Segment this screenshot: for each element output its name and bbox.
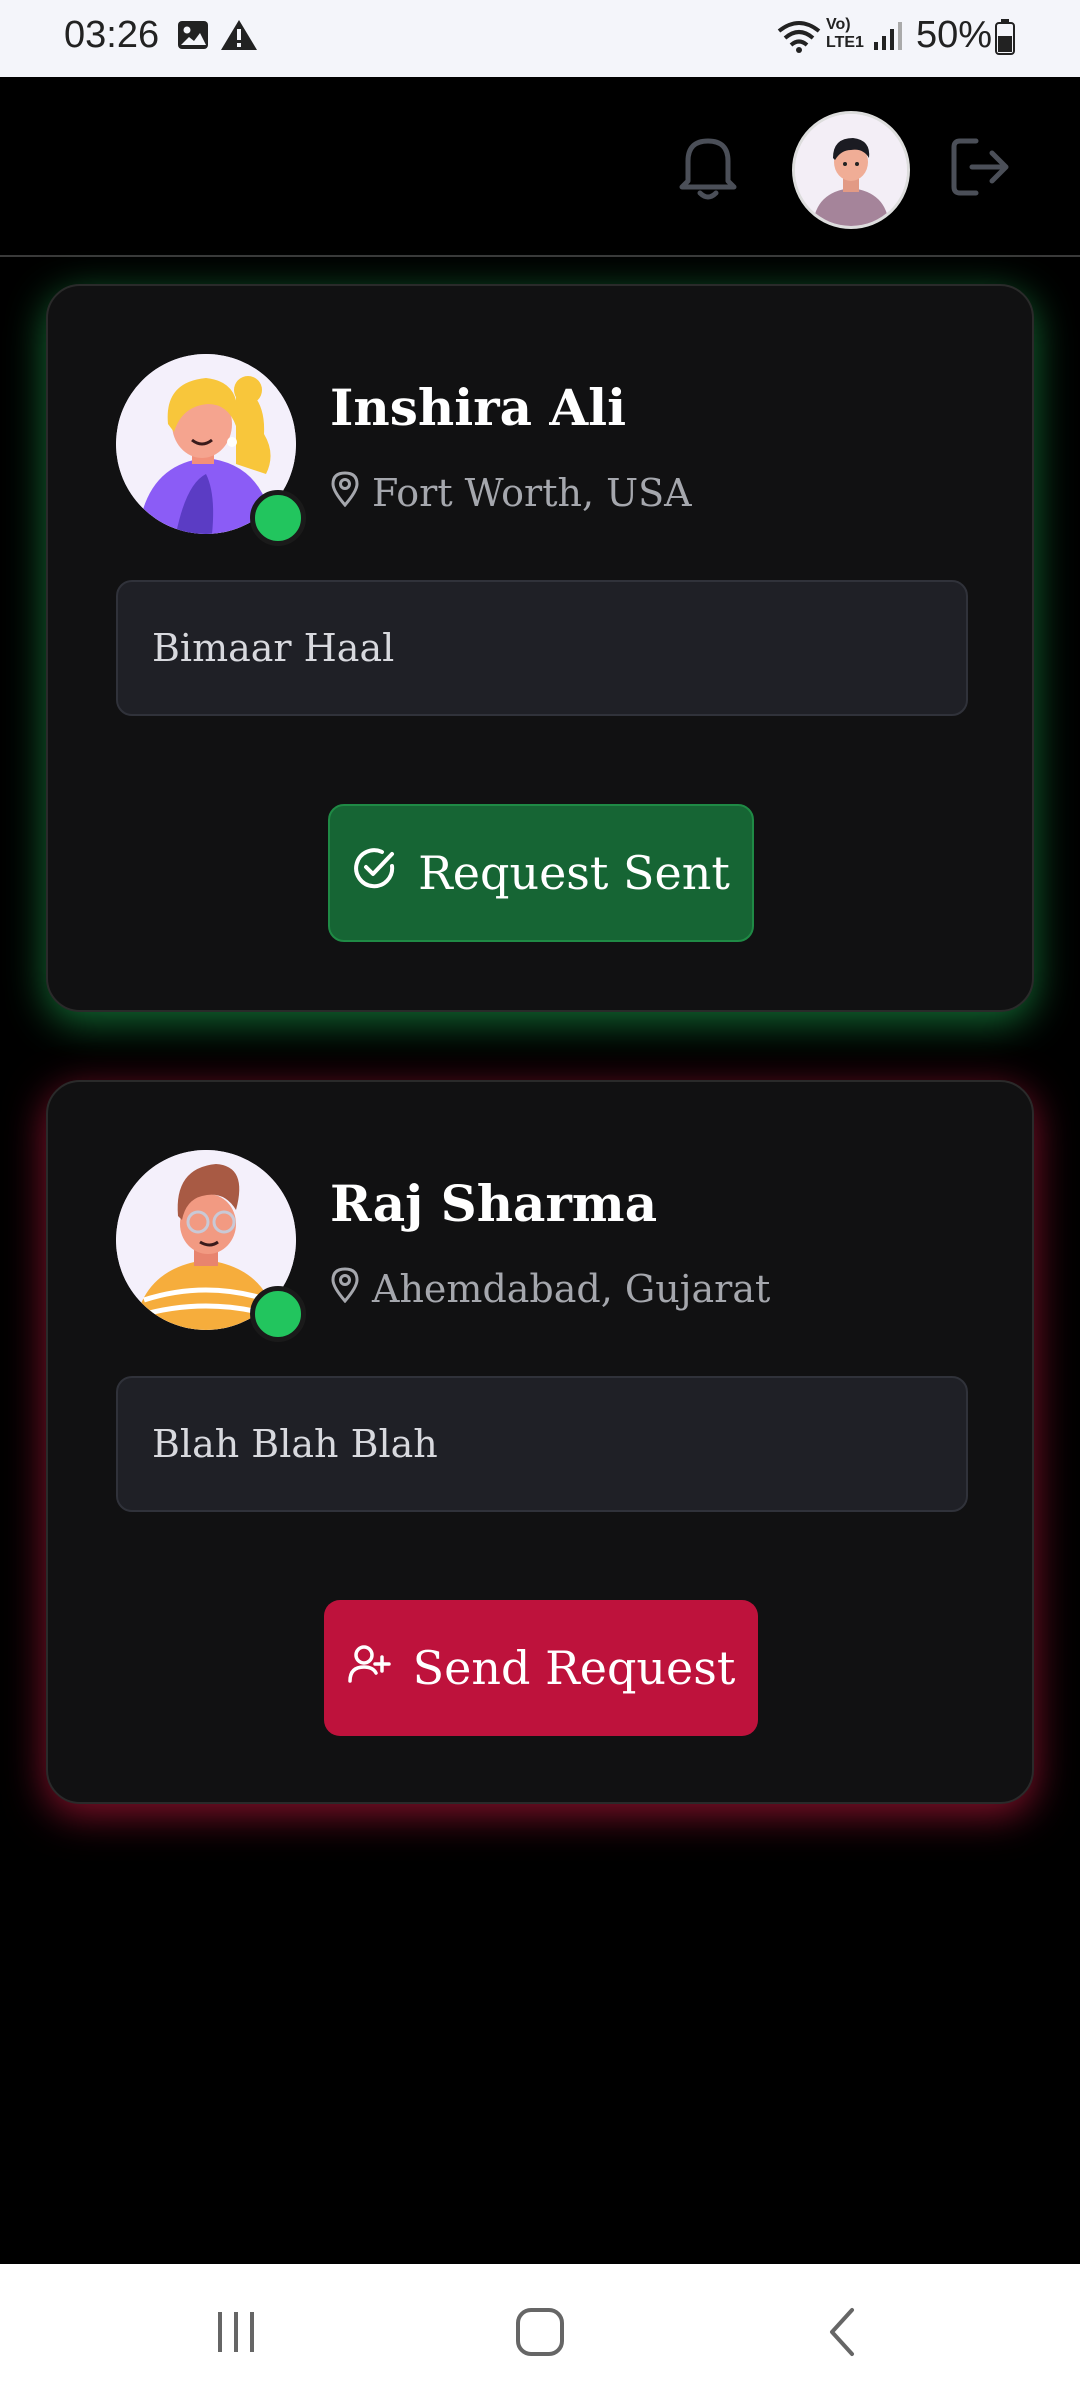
location-text: Fort Worth, USA	[372, 471, 692, 515]
back-button[interactable]	[822, 2306, 862, 2362]
location-pin-icon	[330, 1266, 360, 1312]
user-card: Inshira Ali Fort Worth, USA Bimaar Haal …	[46, 284, 1034, 1012]
online-status-dot	[250, 1286, 306, 1342]
user-name: Raj Sharma	[330, 1174, 658, 1233]
battery-icon	[994, 18, 1016, 61]
user-card: Raj Sharma Ahemdabad, Gujarat Blah Blah …	[46, 1080, 1034, 1804]
check-circle-icon	[352, 846, 396, 901]
profile-avatar[interactable]	[792, 111, 910, 229]
online-status-dot	[250, 490, 306, 546]
network-label: Vo) LTE1	[826, 16, 864, 51]
location-text: Ahemdabad, Gujarat	[372, 1267, 771, 1311]
recent-apps-button[interactable]	[212, 2308, 260, 2360]
warning-icon	[220, 18, 258, 57]
user-location: Ahemdabad, Gujarat	[330, 1264, 770, 1314]
wifi-icon	[776, 20, 822, 59]
user-location: Fort Worth, USA	[330, 468, 692, 518]
battery-percentage: 50%	[916, 14, 993, 56]
status-time: 03:26	[64, 14, 160, 56]
gallery-icon	[176, 18, 210, 57]
user-name: Inshira Ali	[330, 378, 627, 437]
button-label: Request Sent	[418, 846, 730, 900]
request-sent-button[interactable]: Request Sent	[328, 804, 754, 942]
bell-icon[interactable]	[676, 131, 740, 205]
signal-icon	[872, 20, 904, 57]
status-bar: 03:26 Vo) LTE1 50%	[0, 0, 1080, 77]
volte-icon: Vo) LTE1	[826, 16, 866, 52]
user-plus-icon	[347, 1641, 391, 1696]
user-bio-message: Blah Blah Blah	[116, 1376, 968, 1512]
location-pin-icon	[330, 470, 360, 516]
user-bio-message: Bimaar Haal	[116, 580, 968, 716]
logout-icon[interactable]	[950, 135, 1012, 203]
home-button[interactable]	[514, 2306, 566, 2362]
send-request-button[interactable]: Send Request	[324, 1600, 758, 1736]
app-header	[0, 77, 1080, 257]
button-label: Send Request	[412, 1641, 736, 1695]
system-navigation-bar	[0, 2264, 1080, 2400]
